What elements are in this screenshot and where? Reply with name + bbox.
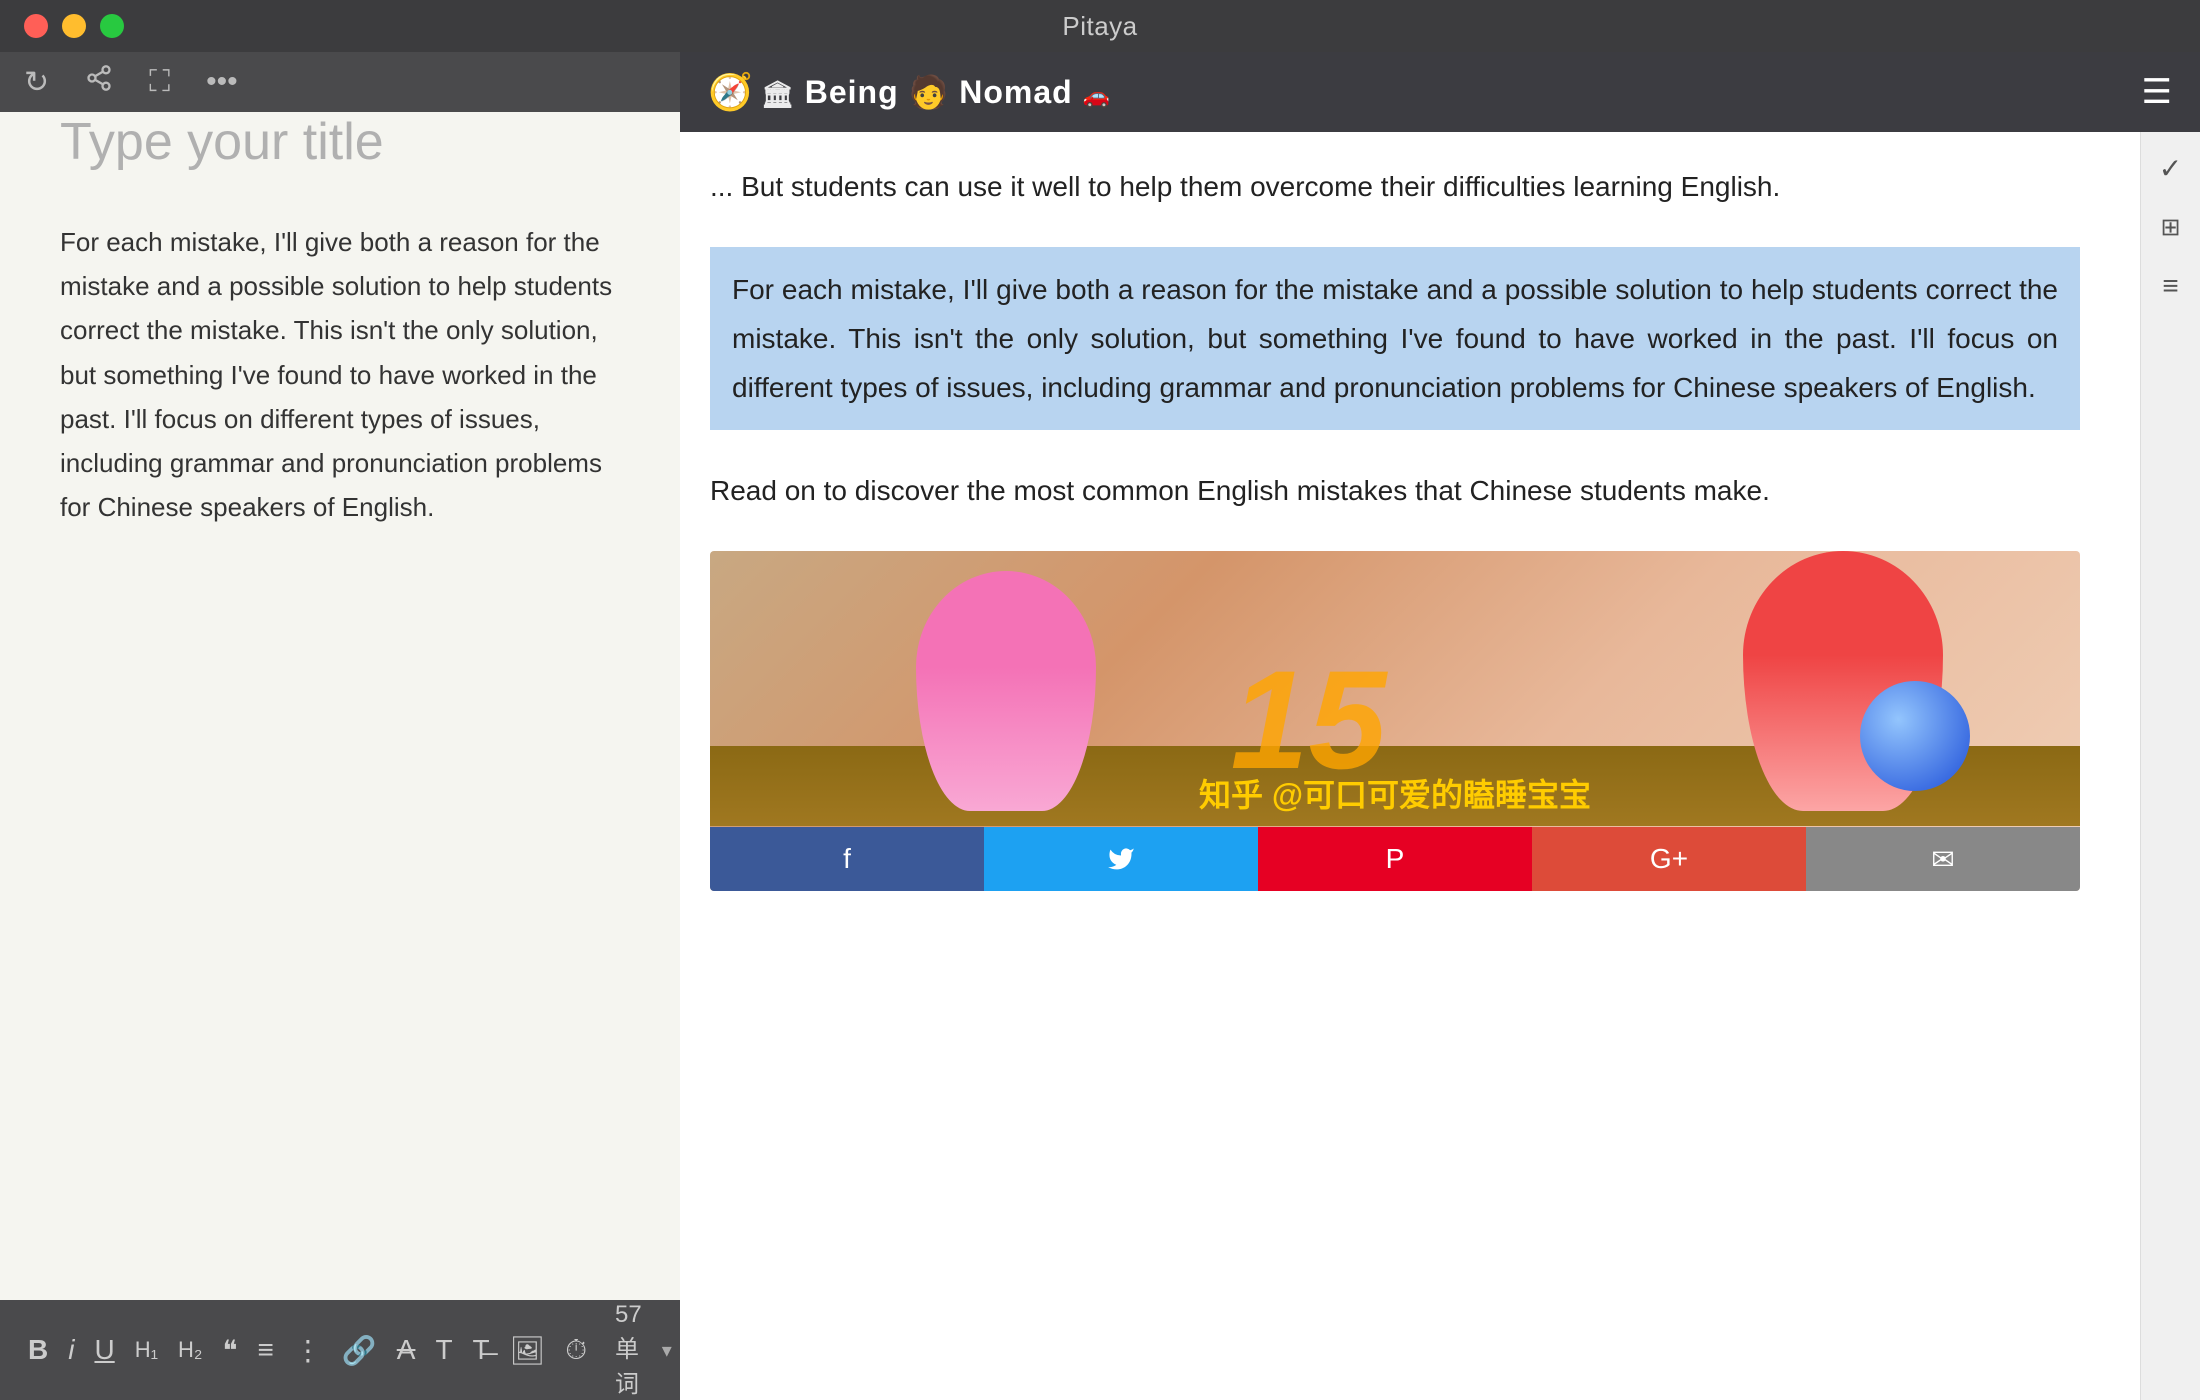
title-bar: Pitaya — [0, 0, 2200, 52]
h1-icon[interactable]: H₁ — [135, 1337, 158, 1363]
right-sidebar: ✓ ⊞ ≡ — [2140, 132, 2200, 1400]
italic-icon[interactable]: i — [68, 1334, 74, 1366]
minimize-button[interactable] — [62, 14, 86, 38]
link-icon[interactable]: 🔗 — [342, 1334, 377, 1367]
underline-icon[interactable]: U — [94, 1334, 114, 1366]
toolbar: ↻ ⛶ ••• — [0, 52, 680, 112]
web-highlighted-text: For each mistake, I'll give both a reaso… — [710, 247, 2080, 430]
web-logo: 🧭 🏛 Being 🧑 Nomad 🚗 — [708, 71, 1111, 113]
quote-icon[interactable]: ❝ — [222, 1334, 237, 1367]
image-watermark: 知乎 @可口可爱的瞌睡宝宝 — [710, 770, 2080, 816]
strikethrough-icon[interactable]: A — [397, 1334, 416, 1366]
image-icon[interactable]: 🖼 — [510, 1334, 546, 1367]
more-icon[interactable]: ••• — [206, 65, 238, 99]
text-color-icon[interactable]: T — [435, 1334, 452, 1366]
hamburger-menu-icon[interactable]: ☰ — [2142, 72, 2172, 112]
word-count[interactable]: 57 单词 — [615, 1301, 642, 1399]
share-icon[interactable] — [85, 64, 113, 100]
refresh-icon[interactable]: ↻ — [24, 65, 49, 100]
close-button[interactable] — [24, 14, 48, 38]
email-share-button[interactable]: ✉ — [1806, 827, 2080, 891]
editor-body[interactable]: For each mistake, I'll give both a reaso… — [60, 220, 620, 529]
logo-text: 🏛 Being 🧑 Nomad 🚗 — [761, 73, 1111, 111]
lines-icon[interactable]: ≡ — [2162, 270, 2178, 302]
social-share-bar: f P G+ ✉ — [710, 827, 2080, 891]
web-panel: 🧭 🏛 Being 🧑 Nomad 🚗 ☰ ... But students c… — [680, 52, 2200, 1400]
h2-icon[interactable]: H₂ — [178, 1337, 202, 1363]
twitter-share-button[interactable] — [984, 827, 1258, 891]
maximize-button[interactable] — [100, 14, 124, 38]
window-title: Pitaya — [1062, 11, 1137, 42]
web-article-image: 15 知乎 @可口可爱的瞌睡宝宝 f P G+ ✉ — [710, 551, 2080, 891]
editor-title[interactable]: Type your title — [60, 112, 620, 172]
pinterest-share-button[interactable]: P — [1258, 827, 1532, 891]
web-read-on-text: Read on to discover the most common Engl… — [710, 466, 2080, 515]
list-ol-icon[interactable]: ⋮ — [294, 1334, 322, 1367]
format-bar: B i U H₁ H₂ ❝ ≡ ⋮ 🔗 A T T̶ 🖼 ⏱ 57 单词 ▾ — [0, 1300, 680, 1400]
traffic-lights — [24, 14, 124, 38]
expand-icon[interactable]: ⛶ — [149, 65, 170, 99]
editor-panel[interactable]: Type your title For each mistake, I'll g… — [0, 52, 680, 1300]
web-nav-bar: 🧭 🏛 Being 🧑 Nomad 🚗 ☰ — [680, 52, 2200, 132]
googleplus-share-button[interactable]: G+ — [1532, 827, 1806, 891]
grid-icon[interactable]: ⊞ — [2160, 213, 2180, 242]
remove-format-icon[interactable]: T̶ — [473, 1334, 490, 1366]
word-count-dropdown-icon[interactable]: ▾ — [662, 1338, 672, 1363]
bold-icon[interactable]: B — [28, 1334, 48, 1366]
web-content: ... But students can use it well to help… — [680, 132, 2140, 1400]
check-icon[interactable]: ✓ — [2159, 152, 2182, 185]
list-ul-icon[interactable]: ≡ — [258, 1334, 274, 1366]
logo-icon: 🧭 — [708, 71, 753, 113]
clock-icon[interactable]: ⏱ — [565, 1334, 587, 1367]
facebook-share-button[interactable]: f — [710, 827, 984, 891]
web-intro-text: ... But students can use it well to help… — [710, 162, 2080, 211]
